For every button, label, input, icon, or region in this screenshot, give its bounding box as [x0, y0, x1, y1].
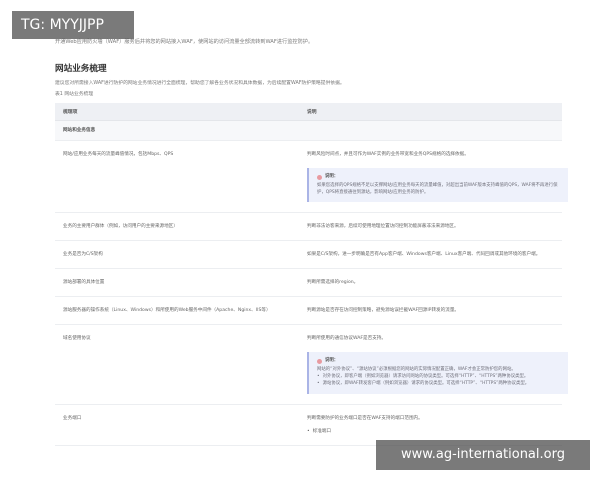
header-desc: 说明: [299, 103, 562, 121]
note-bullet: 对外协议，即客户端（例如浏览器）请求访问网站的协议类型。可选择“HTTP”、“H…: [317, 374, 560, 381]
table-row: 业务是否为C/S架构 如果是C/S架构，进一步明确是否有App客户端、Windo…: [55, 240, 562, 270]
table-header-row: 梳理项 说明: [55, 103, 562, 121]
row-item: 源站服务器的操作系统（Linux、Windows）和所使用的Web服务中间件（A…: [55, 296, 299, 326]
note-title: 说明：: [325, 358, 339, 364]
document-page: 开通Web应用防火墙（WAF）服务后并将您的网站接入WAF，使网站的访问流量全部…: [0, 0, 600, 480]
group-label: 网站和业务信息: [55, 120, 562, 141]
watermark-top: TG: MYYJJPP: [12, 11, 134, 39]
row-desc-cell: 判断需要防护的业务端口是否在WAF支持的端口范围内。 标准端口: [299, 404, 562, 446]
row-bullet: 标准端口: [307, 428, 554, 435]
table-row: 业务端口 判断需要防护的业务端口是否在WAF支持的端口范围内。 标准端口: [55, 404, 562, 446]
section-description: 建议您对所需接入WAF进行防护的网站业务情况进行全面梳理，帮助您了解各业务状况和…: [55, 81, 345, 86]
row-desc: 判断所需选择的region。: [299, 268, 562, 298]
document-body: 开通Web应用防火墙（WAF）服务后并将您的网站接入WAF，使网站的访问流量全部…: [55, 38, 568, 446]
table-row: 域名使用协议 判断所使用的通信协议WAF是否支持。 说明： 网站的“对外协议”、…: [55, 324, 568, 405]
business-table: 梳理项 说明 网站和业务信息 网站/应用业务每天的流量峰值情况，包括Mbps、Q…: [55, 103, 568, 446]
row-item: 业务端口: [55, 404, 299, 446]
row-item: 业务的主要用户群体（例如，访问用户的主要来源地区）: [55, 212, 299, 242]
watermark-bottom: www.ag-international.org: [376, 440, 590, 470]
row-desc: 判断所使用的通信协议WAF是否支持。: [307, 336, 386, 342]
note-bullet: 源站协议，即WAF转发客户端（例如浏览器）请求的协议类型。可选择“HTTP”、“…: [317, 381, 560, 388]
row-item: 源站部署的具体位置: [55, 268, 299, 298]
table-group-row: 网站和业务信息: [55, 120, 562, 141]
table-row: 网站/应用业务每天的流量峰值情况，包括Mbps、QPS 判断风险时间点，并且可作…: [55, 140, 568, 214]
info-icon: [317, 174, 322, 180]
table-caption: 表1 网站业务梳理: [55, 92, 94, 97]
row-item: 网站/应用业务每天的流量峰值情况，包括Mbps、QPS: [55, 140, 299, 214]
info-icon: [317, 359, 322, 365]
row-item: 域名使用协议: [55, 324, 299, 405]
intro-text: 开通Web应用防火墙（WAF）服务后并将您的网站接入WAF，使网站的访问流量全部…: [55, 39, 314, 45]
header-item: 梳理项: [55, 103, 299, 121]
row-desc: 如果是C/S架构，进一步明确是否有App客户端、Windows客户端、Linux…: [299, 240, 562, 270]
section-title: 网站业务梳理: [55, 64, 107, 74]
table-row: 源站部署的具体位置 判断所需选择的region。: [55, 268, 562, 298]
note-text: 网站的“对外协议”、“源站协议”必须根据您的网站的实际情况配置正确，WAF才会正…: [317, 367, 516, 373]
row-desc-cell: 判断所使用的通信协议WAF是否支持。 说明： 网站的“对外协议”、“源站协议”必…: [299, 324, 568, 405]
table-row: 业务的主要用户群体（例如，访问用户的主要来源地区） 判断非法访客来源，后续可使用…: [55, 212, 562, 242]
row-desc: 判断非法访客来源，后续可使用地理位置访问控制功能屏蔽非法来源地区。: [299, 212, 562, 242]
note-text: 如果您选择的QPS规格不足以支撑网站/应用业务每天的流量峰值，对超出当前WAF版…: [317, 182, 558, 195]
note-box: 说明： 网站的“对外协议”、“源站协议”必须根据您的网站的实际情况配置正确，WA…: [307, 352, 568, 394]
row-desc: 判断源站是否存在访问控制策略，避免源站误拦截WAF回源IP转发的流量。: [299, 296, 562, 326]
row-item: 业务是否为C/S架构: [55, 240, 299, 270]
row-desc-cell: 判断风险时间点，并且可作为WAF实例的业务带宽和业务QPS规格的选择依据。 说明…: [299, 140, 568, 214]
note-box: 说明： 如果您选择的QPS规格不足以支撑网站/应用业务每天的流量峰值，对超出当前…: [307, 168, 568, 203]
table-row: 源站服务器的操作系统（Linux、Windows）和所使用的Web服务中间件（A…: [55, 296, 562, 326]
row-desc: 判断风险时间点，并且可作为WAF实例的业务带宽和业务QPS规格的选择依据。: [307, 152, 469, 157]
note-title: 说明：: [325, 174, 339, 179]
row-desc: 判断需要防护的业务端口是否在WAF支持的端口范围内。: [307, 415, 423, 421]
